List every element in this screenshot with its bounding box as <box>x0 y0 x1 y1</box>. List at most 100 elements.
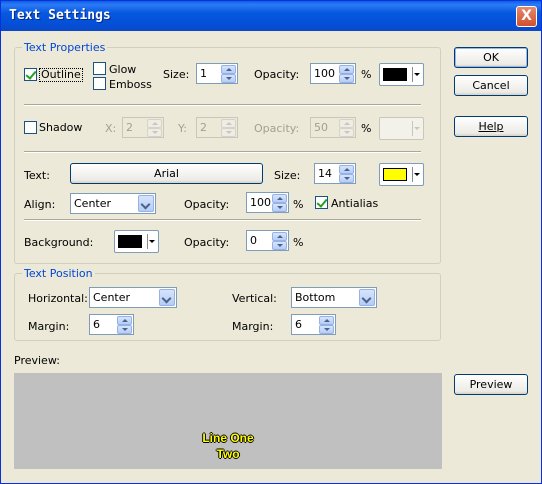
vertical-value: Bottom <box>295 291 336 304</box>
spin-up-icon[interactable] <box>319 316 334 325</box>
text-color-swatch <box>383 168 407 181</box>
window-title: Text Settings <box>9 8 111 23</box>
antialias-label: Antialias <box>331 197 379 210</box>
emboss-checkbox[interactable] <box>93 77 106 90</box>
help-label: Help <box>478 120 504 133</box>
outline-size-spinner[interactable]: 1 <box>196 63 238 84</box>
background-opacity-spinner[interactable]: 0 <box>246 230 289 251</box>
shadow-opacity-percent: % <box>361 122 372 135</box>
separator <box>24 219 421 221</box>
spin-up-icon[interactable] <box>272 194 287 203</box>
spin-down-icon[interactable] <box>147 128 162 137</box>
close-icon: X <box>521 8 532 24</box>
background-label: Background: <box>24 236 94 249</box>
outline-size-value: 1 <box>200 67 207 80</box>
glow-checkbox[interactable] <box>93 62 106 75</box>
antialias-checkbox[interactable] <box>315 196 328 209</box>
spin-down-icon[interactable] <box>221 74 236 83</box>
spin-up-icon[interactable] <box>117 316 132 325</box>
spin-up-icon[interactable] <box>339 119 354 128</box>
preview-button[interactable]: Preview <box>454 374 528 395</box>
spin-up-icon[interactable] <box>339 165 354 174</box>
outline-color-button[interactable] <box>379 63 424 86</box>
outline-size-label: Size: <box>163 68 190 81</box>
shadow-y-value: 2 <box>200 121 207 134</box>
text-opacity-spinner[interactable]: 100 <box>246 192 289 213</box>
background-opacity-label: Opacity: <box>184 236 230 249</box>
spin-down-icon[interactable] <box>339 174 354 183</box>
dropdown-arrow-icon <box>149 240 155 243</box>
cancel-button[interactable]: Cancel <box>454 75 528 96</box>
outline-opacity-label: Opacity: <box>254 68 300 81</box>
align-select[interactable]: Center <box>70 193 156 214</box>
spin-up-icon[interactable] <box>147 119 162 128</box>
shadow-color-button[interactable] <box>379 117 424 140</box>
spin-down-icon[interactable] <box>221 128 236 137</box>
preview-line-two: Two <box>216 447 240 461</box>
shadow-x-value: 2 <box>126 121 133 134</box>
background-opacity-percent: % <box>293 236 304 249</box>
background-color-button[interactable] <box>114 230 159 253</box>
vertical-margin-label: Margin: <box>232 320 274 333</box>
horizontal-select[interactable]: Center <box>89 287 177 308</box>
text-position-legend: Text Position <box>22 267 95 280</box>
vertical-margin-spinner[interactable]: 6 <box>291 314 336 335</box>
font-button[interactable]: Arial <box>70 163 263 184</box>
outline-color-swatch <box>383 68 407 81</box>
vertical-label: Vertical: <box>232 292 277 305</box>
background-opacity-value: 0 <box>250 234 257 247</box>
emboss-label: Emboss <box>109 78 152 91</box>
horizontal-margin-value: 6 <box>93 318 100 331</box>
spin-down-icon[interactable] <box>339 128 354 137</box>
dropdown-arrow-icon <box>414 73 420 76</box>
horizontal-label: Horizontal: <box>28 292 88 305</box>
separator <box>24 151 421 153</box>
close-button[interactable]: X <box>516 6 537 27</box>
spin-down-icon[interactable] <box>117 325 132 334</box>
shadow-x-label: X: <box>105 122 117 135</box>
help-button[interactable]: Help <box>454 116 528 137</box>
vertical-margin-value: 6 <box>295 318 302 331</box>
spin-down-icon[interactable] <box>272 203 287 212</box>
align-label: Align: <box>24 198 56 211</box>
dropdown-arrow-icon <box>414 127 420 130</box>
shadow-checkbox[interactable] <box>24 121 37 134</box>
background-color-swatch <box>118 235 142 248</box>
chevron-down-icon[interactable] <box>359 289 375 306</box>
preview-area: Line One Two <box>14 373 442 469</box>
horizontal-value: Center <box>93 291 131 304</box>
preview-line-one: Line One <box>202 431 254 445</box>
preview-label: Preview: <box>14 354 60 367</box>
spin-down-icon[interactable] <box>339 74 354 83</box>
chevron-down-icon[interactable] <box>138 195 154 212</box>
align-value: Center <box>74 197 112 210</box>
spin-up-icon[interactable] <box>221 65 236 74</box>
shadow-x-spinner[interactable]: 2 <box>122 117 164 138</box>
dropdown-arrow-icon <box>414 173 420 176</box>
text-size-spinner[interactable]: 14 <box>314 163 356 184</box>
title-bar[interactable]: Text Settings X <box>1 1 541 31</box>
separator <box>24 104 421 106</box>
vertical-select[interactable]: Bottom <box>291 287 377 308</box>
outline-opacity-value: 100 <box>314 67 335 80</box>
shadow-label: Shadow <box>39 121 83 134</box>
ok-button[interactable]: OK <box>454 47 528 68</box>
horizontal-margin-spinner[interactable]: 6 <box>89 314 134 335</box>
glow-label: Glow <box>109 63 137 76</box>
spin-up-icon[interactable] <box>339 65 354 74</box>
chevron-down-icon[interactable] <box>159 289 175 306</box>
shadow-opacity-spinner[interactable]: 50 <box>310 117 356 138</box>
text-opacity-label: Opacity: <box>184 198 230 211</box>
spin-down-icon[interactable] <box>272 241 287 250</box>
spin-up-icon[interactable] <box>272 232 287 241</box>
outline-opacity-spinner[interactable]: 100 <box>310 63 356 84</box>
shadow-y-spinner[interactable]: 2 <box>196 117 238 138</box>
text-size-value: 14 <box>318 167 332 180</box>
text-color-button[interactable] <box>379 163 424 186</box>
spin-down-icon[interactable] <box>319 325 334 334</box>
spin-up-icon[interactable] <box>221 119 236 128</box>
outline-checkbox[interactable] <box>24 68 37 81</box>
shadow-y-label: Y: <box>178 122 187 135</box>
text-size-label: Size: <box>274 169 301 182</box>
outline-label[interactable]: Outline <box>39 68 83 82</box>
